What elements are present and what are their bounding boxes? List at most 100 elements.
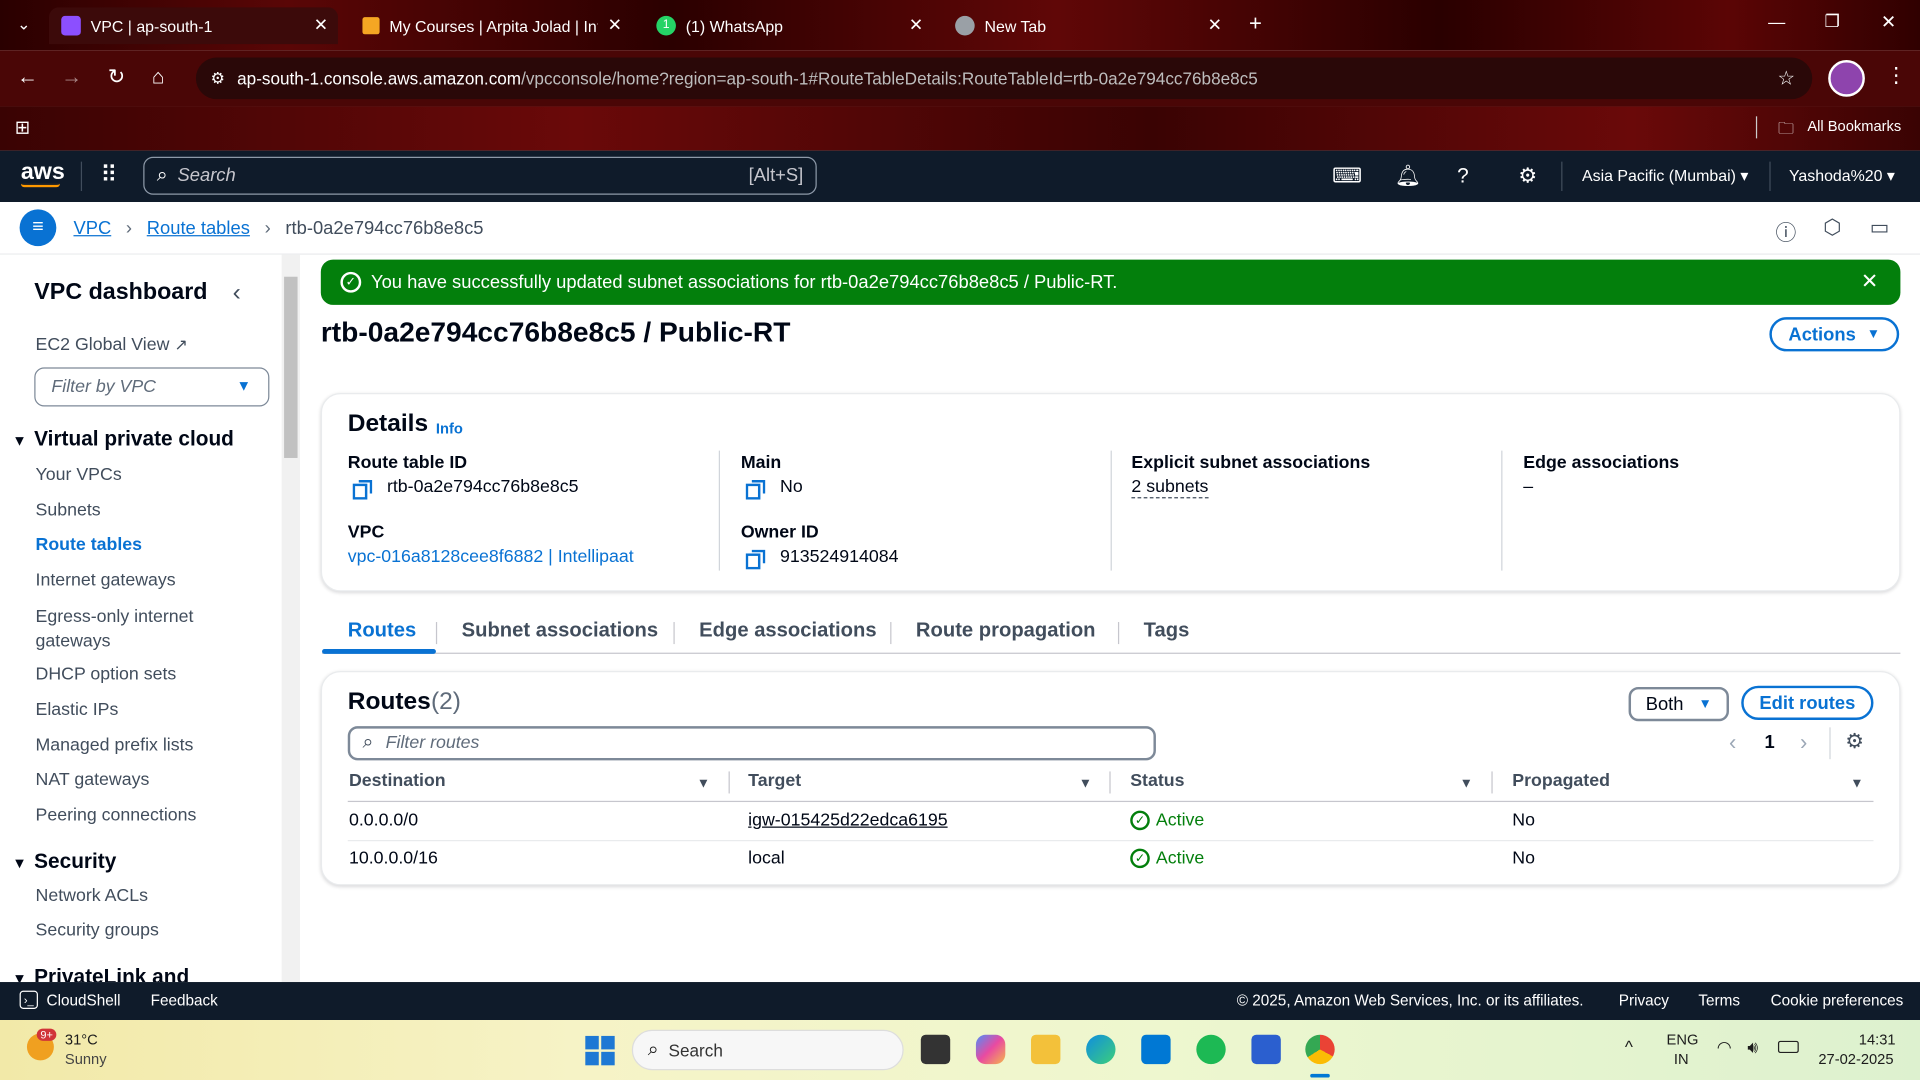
region-selector[interactable]: Asia Pacific (Mumbai) ▾	[1582, 167, 1748, 187]
sidebar-item-nat-gateways[interactable]: NAT gateways	[36, 770, 150, 790]
site-info-icon[interactable]: ⚙	[211, 69, 225, 89]
sidebar-item-your-vpcs[interactable]: Your VPCs	[36, 465, 122, 485]
cloudshell-link[interactable]: CloudShell	[47, 992, 121, 1009]
col-destination[interactable]: Destination	[349, 771, 446, 791]
sidebar-item-route-tables[interactable]: Route tables	[36, 535, 143, 555]
sort-caret-icon[interactable]: ▼	[1079, 776, 1092, 791]
edit-routes-button[interactable]: Edit routes	[1741, 685, 1874, 721]
tab-routes[interactable]: Routes	[348, 620, 416, 643]
browser-tab-courses[interactable]: My Courses | Arpita Jolad | Intel ✕	[350, 7, 632, 44]
feedback-link[interactable]: Feedback	[151, 992, 218, 1009]
tab-subnet-associations[interactable]: Subnet associations	[462, 620, 658, 643]
column-resizer[interactable]	[1491, 771, 1493, 794]
minimize-icon[interactable]: —	[1768, 12, 1785, 32]
close-tab-icon[interactable]: ✕	[909, 15, 923, 36]
sidebar-item-elastic-ips[interactable]: Elastic IPs	[36, 700, 119, 720]
close-tab-icon[interactable]: ✕	[608, 15, 622, 36]
battery-icon[interactable]	[1777, 1040, 1799, 1054]
preferences-gear-icon[interactable]: ⚙	[1845, 730, 1864, 754]
forward-icon[interactable]: →	[61, 65, 82, 89]
explicit-associations-value[interactable]: 2 subnets	[1131, 478, 1209, 499]
col-target[interactable]: Target	[748, 771, 801, 791]
browser-tab-vpc[interactable]: VPC | ap-south-1 ✕	[48, 7, 338, 45]
current-page[interactable]: 1	[1764, 732, 1774, 753]
window-close-icon[interactable]: ✕	[1881, 11, 1896, 33]
address-bar[interactable]: ⚙ ap-south-1.console.aws.amazon.com/vpcc…	[195, 57, 1813, 100]
tab-edge-associations[interactable]: Edge associations	[699, 620, 876, 643]
sidebar-item-ec2-global-view[interactable]: EC2 Global View ↗	[36, 336, 188, 356]
sidebar-item-security-groups[interactable]: Security groups	[36, 921, 159, 941]
hamburger-menu-icon[interactable]: ≡	[19, 209, 57, 247]
copy-icon[interactable]	[352, 480, 373, 500]
sidebar-item-egress-only[interactable]: Egress-only internet gateways	[36, 605, 220, 654]
filter-routes-input[interactable]: ⌕ Filter routes	[347, 726, 1156, 761]
col-status[interactable]: Status	[1130, 771, 1184, 791]
sidebar-title[interactable]: VPC dashboard	[34, 279, 207, 306]
spotify-icon[interactable]	[1196, 1034, 1226, 1065]
vpc-link[interactable]: vpc-016a8128cee8f6882 | Intellipaat	[348, 547, 634, 567]
sidebar-item-dhcp[interactable]: DHCP option sets	[36, 665, 177, 685]
browser-menu-icon[interactable]: ⋮	[1886, 64, 1907, 88]
privacy-link[interactable]: Privacy	[1619, 992, 1669, 1009]
prev-page-icon[interactable]: ‹	[1729, 730, 1736, 756]
microsoft-store-icon[interactable]	[1251, 1034, 1281, 1065]
terms-link[interactable]: Terms	[1698, 992, 1740, 1009]
route-filter-select[interactable]: Both ▼	[1628, 686, 1729, 722]
column-resizer[interactable]	[728, 771, 730, 794]
profile-avatar[interactable]	[1828, 60, 1865, 97]
collapse-sidebar-icon[interactable]: ‹	[233, 279, 241, 307]
sidebar-section-privatelink[interactable]: ▼ PrivateLink and	[12, 965, 189, 982]
file-explorer-icon[interactable]	[1031, 1034, 1061, 1065]
taskbar-search[interactable]: ⌕ Search	[631, 1029, 904, 1071]
sidebar-item-prefix-lists[interactable]: Managed prefix lists	[36, 736, 194, 756]
aws-logo[interactable]: aws	[21, 159, 65, 186]
breadcrumb-route-tables[interactable]: Route tables	[147, 217, 250, 238]
sort-caret-icon[interactable]: ▼	[697, 776, 710, 791]
weather-temp[interactable]: 31°C	[65, 1031, 98, 1048]
back-icon[interactable]: ←	[17, 65, 38, 89]
copilot-icon[interactable]	[975, 1034, 1006, 1065]
edge-browser-icon[interactable]	[1086, 1034, 1116, 1065]
home-icon[interactable]: ⌂	[152, 65, 165, 89]
sidebar-section-security[interactable]: ▼ Security	[12, 850, 116, 874]
filter-by-vpc-select[interactable]: Filter by VPC ▼	[34, 367, 270, 407]
help-icon[interactable]: ?	[1457, 164, 1469, 188]
aws-search-input[interactable]: ⌕ Search [Alt+S]	[143, 156, 817, 195]
all-bookmarks[interactable]: All Bookmarks	[1807, 118, 1901, 135]
breadcrumb-vpc[interactable]: VPC	[73, 217, 111, 238]
actions-button[interactable]: Actions ▼	[1769, 317, 1900, 352]
windows-start-icon[interactable]	[585, 1035, 615, 1066]
security-shield-icon[interactable]: ⬡	[1823, 216, 1841, 240]
cloudshell-icon[interactable]: ⌨	[1332, 164, 1362, 188]
restore-icon[interactable]: ❐	[1824, 11, 1839, 32]
sidebar-item-network-acls[interactable]: Network ACLs	[36, 887, 149, 907]
feedback-monitor-icon[interactable]: ▭	[1870, 216, 1890, 240]
account-menu[interactable]: Yashoda%20 ▾	[1789, 167, 1895, 187]
copy-icon[interactable]	[745, 549, 766, 570]
sidebar-section-vpc[interactable]: ▼ Virtual private cloud	[12, 427, 234, 451]
sidebar-item-internet-gateways[interactable]: Internet gateways	[36, 571, 176, 591]
browser-tab-newtab[interactable]: New Tab ✕	[943, 7, 1232, 44]
clock-time[interactable]: 14:31	[1859, 1031, 1896, 1048]
sidebar-item-peering[interactable]: Peering connections	[36, 806, 197, 826]
browser-tab-whatsapp[interactable]: 1 (1) WhatsApp ✕	[644, 7, 933, 44]
services-grid-icon[interactable]: ⠿	[100, 162, 117, 190]
language-label[interactable]: ENG	[1667, 1031, 1699, 1048]
column-resizer[interactable]	[1109, 771, 1111, 794]
col-propagated[interactable]: Propagated	[1512, 771, 1610, 791]
copy-icon[interactable]	[745, 480, 766, 500]
notifications-bell-icon[interactable]: 🔔︎	[1395, 164, 1421, 188]
cell-target-link[interactable]: igw-015425d22edca6195	[748, 811, 947, 831]
wifi-icon[interactable]: ◠	[1717, 1037, 1732, 1058]
chrome-icon[interactable]	[1305, 1034, 1335, 1065]
apps-grid-icon[interactable]: ⊞	[15, 116, 30, 139]
sort-caret-icon[interactable]: ▼	[1460, 776, 1473, 791]
sidebar-scrollbar-thumb[interactable]	[284, 276, 298, 458]
info-link[interactable]: Info	[436, 420, 463, 437]
new-tab-plus-icon[interactable]: +	[1249, 11, 1262, 37]
settings-gear-icon[interactable]: ⚙	[1518, 164, 1537, 188]
vscode-icon[interactable]	[1141, 1034, 1171, 1065]
reload-icon[interactable]: ↻	[108, 65, 125, 89]
bookmark-star-icon[interactable]: ☆	[1778, 66, 1796, 90]
next-page-icon[interactable]: ›	[1800, 730, 1807, 756]
